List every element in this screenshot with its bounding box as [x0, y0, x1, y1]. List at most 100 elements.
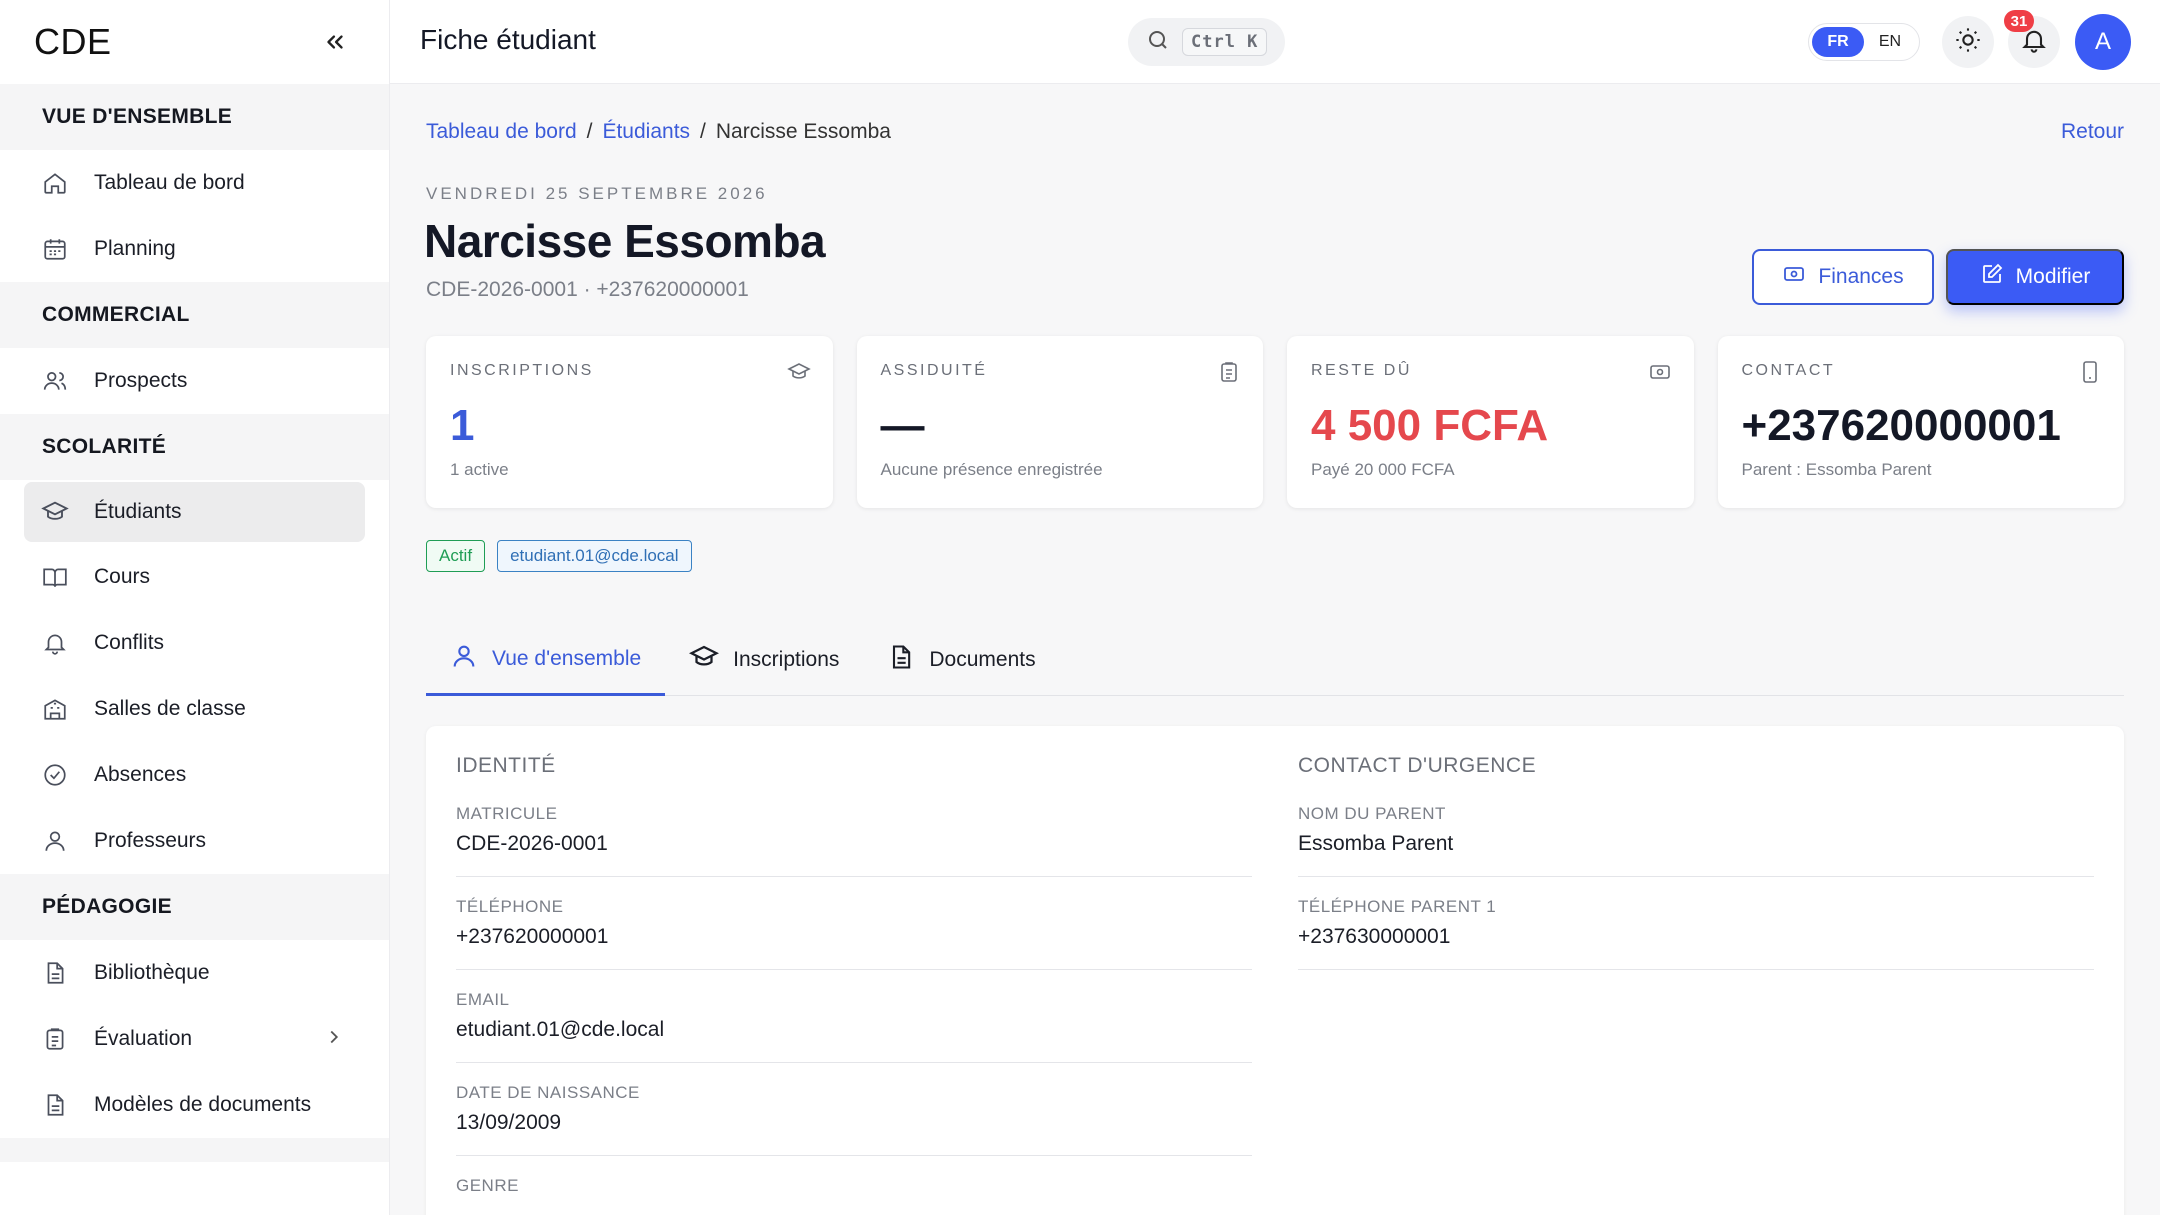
topbar: Fiche étudiant Ctrl K FR EN 31 A: [390, 0, 2160, 84]
sidebar-item-tableau-de-bord[interactable]: Tableau de bord: [0, 150, 389, 216]
stat-label: ASSIDUITÉ: [880, 362, 988, 379]
breadcrumb-current: Narcisse Essomba: [715, 120, 891, 143]
sidebar-item-professeurs[interactable]: Professeurs: [0, 808, 389, 874]
sidebar-header: CDE: [0, 0, 389, 84]
language-switch[interactable]: FR EN: [1808, 23, 1920, 61]
notification-count-badge: 31: [2004, 10, 2034, 32]
stat-value: 4 500 FCFA: [1311, 401, 1549, 450]
tab-vue-ensemble[interactable]: Vue d'ensemble: [426, 624, 666, 696]
field-value: +237620000001: [456, 925, 609, 948]
lang-fr-button[interactable]: FR: [1812, 27, 1864, 57]
main-content: Tableau de bord / Étudiants / Narcisse E…: [390, 84, 2160, 1215]
status-badge: Actif: [426, 540, 486, 572]
student-tabs: Vue d'ensemble Inscriptions Documents: [426, 624, 2124, 696]
sidebar-item-label: Cours: [94, 565, 151, 588]
overview-panel: IDENTITÉ MATRICULE CDE-2026-0001 TÉLÉPHO…: [426, 726, 2124, 1215]
brand-logo[interactable]: CDE: [34, 21, 112, 63]
sidebar-item-label: Étudiants: [94, 500, 182, 523]
stat-label: INSCRIPTIONS: [450, 362, 594, 379]
field-telephone-parent: TÉLÉPHONE PARENT 1 +237630000001: [1298, 897, 2094, 970]
clipboard-icon: [1217, 360, 1241, 389]
lang-en-button[interactable]: EN: [1864, 33, 1916, 51]
student-tags: Actif etudiant.01@cde.local: [426, 540, 692, 572]
breadcrumb-separator: /: [700, 120, 706, 143]
sidebar-item-evaluation[interactable]: Évaluation: [0, 1006, 389, 1072]
field-label: NOM DU PARENT: [1298, 804, 1446, 823]
emergency-title: CONTACT D'URGENCE: [1298, 754, 1537, 777]
field-label: DATE DE NAISSANCE: [456, 1083, 640, 1102]
user-icon: [450, 642, 478, 676]
collapse-sidebar-icon[interactable]: [315, 22, 355, 62]
student-subtitle: CDE-2026-0001 · +237620000001: [426, 278, 749, 301]
sidebar-item-label: Prospects: [94, 369, 188, 392]
sidebar-item-cours[interactable]: Cours: [0, 544, 389, 610]
sidebar-item-label: Planning: [94, 237, 176, 260]
check-circle-icon: [40, 760, 70, 790]
user-avatar[interactable]: A: [2075, 14, 2131, 70]
sidebar-item-absences[interactable]: Absences: [0, 742, 389, 808]
field-email: EMAIL etudiant.01@cde.local: [456, 990, 1252, 1063]
sidebar-item-label: Évaluation: [94, 1027, 193, 1050]
stats-cards: INSCRIPTIONS 1 1 active ASSIDUITÉ — Aucu…: [426, 336, 2124, 508]
sidebar-item-label: Modèles de documents: [94, 1093, 312, 1116]
breadcrumb-separator: /: [586, 120, 593, 143]
calendar-icon: [40, 234, 70, 264]
sidebar-item-planning[interactable]: Planning: [0, 216, 389, 282]
sun-icon: [1954, 26, 1982, 59]
identity-section: IDENTITÉ MATRICULE CDE-2026-0001 TÉLÉPHO…: [456, 726, 1252, 1215]
sidebar-item-conflits[interactable]: Conflits: [0, 610, 389, 676]
field-nom-parent: NOM DU PARENT Essomba Parent: [1298, 804, 2094, 877]
stat-card-reste-du: RESTE DÛ 4 500 FCFA Payé 20 000 FCFA: [1287, 336, 1694, 508]
page-title: Fiche étudiant: [420, 24, 596, 55]
field-label: TÉLÉPHONE: [456, 897, 564, 916]
edit-label: Modifier: [2015, 265, 2091, 288]
field-value: CDE-2026-0001: [456, 832, 608, 855]
stat-value: +237620000001: [1741, 401, 2061, 450]
breadcrumb-home-link[interactable]: Tableau de bord: [426, 120, 577, 144]
sidebar-item-label: Conflits: [94, 631, 165, 654]
stat-card-contact: CONTACT +237620000001 Parent : Essomba P…: [1717, 336, 2124, 508]
field-value: Essomba Parent: [1298, 832, 1454, 855]
chevron-right-icon[interactable]: [323, 1026, 345, 1054]
tab-label: Vue d'ensemble: [492, 646, 642, 670]
search-button[interactable]: Ctrl K: [1128, 18, 1285, 66]
stat-value: 1: [450, 401, 475, 450]
back-link[interactable]: Retour: [2061, 120, 2124, 144]
field-value: +237630000001: [1298, 925, 1451, 948]
graduation-cap-icon: [689, 642, 720, 678]
breadcrumb-students-link[interactable]: Étudiants: [602, 120, 690, 144]
field-value: etudiant.01@cde.local: [456, 1018, 665, 1041]
sidebar-item-modeles-documents[interactable]: Modèles de documents: [0, 1072, 389, 1138]
building-icon: [40, 694, 70, 724]
sidebar: CDE VUE D'ENSEMBLE Tableau de bord Plann…: [0, 0, 390, 1215]
clipboard-icon: [40, 1024, 70, 1054]
sidebar-item-bibliotheque[interactable]: Bibliothèque: [0, 940, 389, 1006]
stat-note: Payé 20 000 FCFA: [1311, 460, 1455, 480]
tab-documents[interactable]: Documents: [863, 624, 1059, 696]
finances-button[interactable]: Finances: [1752, 249, 1934, 305]
field-value: 13/09/2009: [456, 1111, 562, 1134]
tab-label: Documents: [929, 648, 1036, 671]
sidebar-item-salles-de-classe[interactable]: Salles de classe: [0, 676, 389, 742]
theme-toggle-button[interactable]: [1942, 16, 1994, 68]
tab-inscriptions[interactable]: Inscriptions: [665, 624, 863, 696]
field-label: MATRICULE: [456, 804, 558, 823]
phone-icon: [2078, 360, 2102, 389]
file-icon: [40, 958, 70, 988]
bell-icon: [40, 628, 70, 658]
sidebar-item-etudiants[interactable]: Étudiants: [24, 482, 365, 542]
graduation-cap-icon: [786, 360, 811, 389]
users-icon: [40, 366, 70, 396]
student-name: Narcisse Essomba: [424, 215, 826, 267]
field-label: TÉLÉPHONE PARENT 1: [1298, 897, 1497, 916]
stat-label: RESTE DÛ: [1311, 362, 1412, 379]
email-badge: etudiant.01@cde.local: [497, 540, 692, 572]
edit-button[interactable]: Modifier: [1946, 249, 2124, 305]
home-icon: [40, 168, 70, 198]
search-icon: [1146, 28, 1170, 57]
tab-label: Inscriptions: [733, 648, 840, 671]
emergency-contact-section: CONTACT D'URGENCE NOM DU PARENT Essomba …: [1298, 726, 2094, 990]
sidebar-item-prospects[interactable]: Prospects: [0, 348, 389, 414]
money-icon: [1782, 262, 1806, 292]
edit-icon: [1980, 262, 2004, 292]
